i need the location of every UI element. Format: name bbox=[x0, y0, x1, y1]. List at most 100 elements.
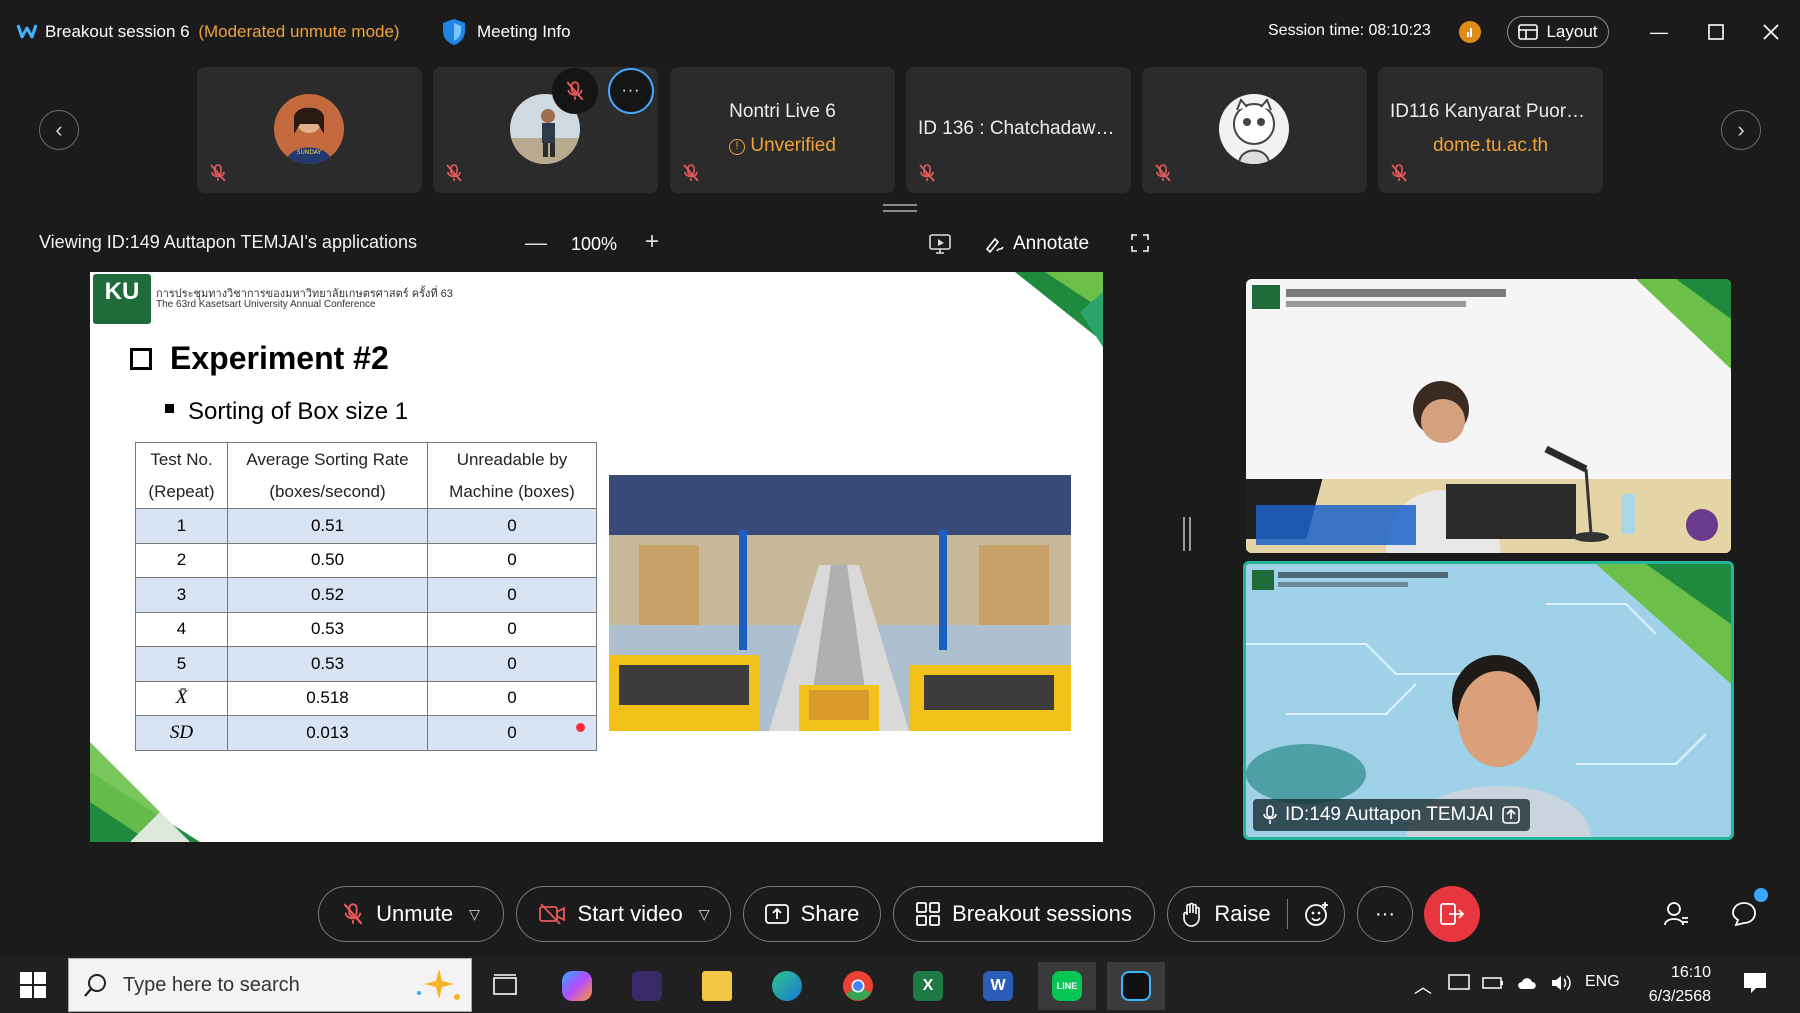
chat-icon bbox=[1732, 902, 1756, 927]
muted-mic-icon bbox=[683, 164, 699, 182]
share-label: Share bbox=[800, 901, 860, 926]
minimize-icon[interactable]: — bbox=[1645, 20, 1673, 44]
participant-tile[interactable]: Nontri Live 6 ! Unverified bbox=[670, 67, 895, 193]
strip-resize-handle[interactable] bbox=[883, 204, 917, 212]
breakout-icon bbox=[916, 902, 941, 926]
participant-more-button[interactable]: ··· bbox=[608, 68, 654, 114]
speaker-name-label: ID:149 Auttapon TEMJAI bbox=[1253, 799, 1530, 831]
participant-tile[interactable]: ID 136 : Chatchadawa... bbox=[906, 67, 1131, 193]
warehouse-photo bbox=[609, 475, 1071, 731]
raise-hand-button[interactable]: Raise bbox=[1167, 886, 1345, 942]
strip-prev-button[interactable]: ‹ bbox=[39, 110, 79, 150]
fullscreen-icon[interactable] bbox=[1131, 234, 1149, 252]
remote-control-icon[interactable] bbox=[929, 234, 951, 254]
show-hidden-icons-chevron-up-icon[interactable]: ︿ bbox=[1414, 973, 1432, 999]
participants-panel-button[interactable] bbox=[1648, 886, 1704, 942]
strip-next-button[interactable]: › bbox=[1721, 110, 1761, 150]
unmute-button[interactable]: Unmute ▽ bbox=[318, 886, 504, 942]
room-camera-video[interactable] bbox=[1246, 279, 1731, 553]
avatar: SUNDAY bbox=[274, 94, 344, 164]
tray-monitor-icon[interactable] bbox=[1448, 973, 1470, 993]
session-mode: (Moderated unmute mode) bbox=[198, 22, 400, 41]
more-options-button[interactable]: ··· bbox=[1357, 886, 1413, 942]
line-app-icon[interactable]: LINE bbox=[1038, 962, 1096, 1010]
close-icon[interactable] bbox=[1757, 20, 1785, 44]
speaker-name: ID:149 Auttapon TEMJAI bbox=[1285, 804, 1494, 825]
table-cell: 5 bbox=[135, 646, 228, 682]
clock-date: 6/3/2568 bbox=[1648, 988, 1711, 1005]
chrome-browser-icon[interactable] bbox=[829, 962, 887, 1010]
svg-text:SUNDAY: SUNDAY bbox=[297, 149, 322, 156]
excel-icon[interactable]: X bbox=[899, 962, 957, 1010]
chat-panel-button[interactable] bbox=[1716, 886, 1772, 942]
participant-tile[interactable]: ID116 Kanyarat Puora... dome.tu.ac.th bbox=[1378, 67, 1603, 193]
table-cell: 0.51 bbox=[227, 508, 428, 544]
participant-tile[interactable]: SUNDAY bbox=[197, 67, 422, 193]
start-video-label: Start video bbox=[577, 901, 683, 926]
edge-browser-icon[interactable] bbox=[758, 962, 816, 1010]
raise-label: Raise bbox=[1214, 901, 1271, 926]
table-header: Average Sorting Rate (boxes/second) bbox=[227, 442, 428, 509]
shield-icon bbox=[443, 19, 465, 45]
table-row: 4 0.53 0 bbox=[135, 611, 597, 647]
window-title: Breakout session 6 (Moderated unmute mod… bbox=[45, 22, 400, 42]
network-status-icon[interactable] bbox=[1459, 21, 1481, 43]
webex-app-icon[interactable] bbox=[1107, 962, 1165, 1010]
chevron-down-icon[interactable]: ▽ bbox=[699, 906, 710, 923]
laser-pointer bbox=[576, 723, 585, 732]
file-explorer-icon[interactable] bbox=[688, 962, 746, 1010]
speaker-camera-image bbox=[1246, 564, 1731, 837]
maximize-icon[interactable] bbox=[1702, 20, 1730, 44]
pane-resize-handle[interactable] bbox=[1183, 517, 1191, 551]
speaker-video[interactable]: ID:149 Auttapon TEMJAI bbox=[1243, 561, 1734, 840]
taskbar-clock[interactable]: 16:10 6/3/2568 bbox=[1641, 961, 1711, 1009]
participant-name: Nontri Live 6 bbox=[729, 101, 836, 122]
hand-icon bbox=[1183, 902, 1201, 927]
battery-icon[interactable] bbox=[1482, 973, 1504, 993]
layout-label: Layout bbox=[1546, 22, 1598, 41]
mute-participant-button[interactable] bbox=[552, 68, 598, 114]
word-icon[interactable]: W bbox=[969, 962, 1027, 1010]
participant-tile[interactable]: ··· bbox=[433, 67, 658, 193]
media-app-icon[interactable] bbox=[618, 962, 676, 1010]
table-cell: 0 bbox=[427, 715, 597, 751]
muted-mic-icon bbox=[1155, 164, 1171, 182]
taskbar-search-box[interactable]: Type here to search bbox=[68, 958, 472, 1012]
reactions-icon[interactable] bbox=[1304, 901, 1330, 927]
muted-mic-icon bbox=[1391, 164, 1407, 182]
table-header: Unreadable by Machine (boxes) bbox=[427, 442, 597, 509]
table-cell: X̄ bbox=[135, 680, 228, 716]
windows-taskbar: Type here to search X W LINE ︿ ENG 16:10… bbox=[0, 956, 1800, 1013]
zoom-in-button[interactable]: + bbox=[645, 228, 659, 256]
zoom-out-button[interactable]: — bbox=[525, 230, 547, 256]
pen-icon bbox=[985, 237, 1004, 253]
input-language[interactable]: ENG bbox=[1585, 973, 1620, 991]
table-cell: 0 bbox=[427, 577, 597, 613]
muted-mic-icon bbox=[919, 164, 935, 182]
breakout-sessions-button[interactable]: Breakout sessions bbox=[893, 886, 1155, 942]
table-row: 2 0.50 0 bbox=[135, 542, 597, 578]
annotate-button[interactable]: Annotate bbox=[985, 233, 1089, 255]
copilot-icon[interactable] bbox=[548, 962, 606, 1010]
task-view-icon[interactable] bbox=[476, 962, 534, 1010]
participant-tile[interactable] bbox=[1142, 67, 1367, 193]
share-screen-icon bbox=[764, 904, 789, 924]
windows-start-icon[interactable] bbox=[20, 972, 46, 998]
leave-session-button[interactable] bbox=[1424, 886, 1480, 942]
meeting-info-button[interactable]: Meeting Info bbox=[441, 18, 571, 46]
table-row: X̄ 0.518 0 bbox=[135, 680, 597, 716]
start-video-button[interactable]: Start video ▽ bbox=[516, 886, 731, 942]
onedrive-cloud-icon[interactable] bbox=[1516, 973, 1540, 993]
table-cell: 0.518 bbox=[227, 680, 428, 716]
share-button[interactable]: Share bbox=[743, 886, 881, 942]
chevron-down-icon[interactable]: ▽ bbox=[469, 906, 480, 923]
notification-center-icon[interactable] bbox=[1742, 970, 1768, 996]
participant-name: ID116 Kanyarat Puora... bbox=[1390, 101, 1593, 122]
search-placeholder: Type here to search bbox=[123, 973, 300, 996]
layout-button[interactable]: Layout bbox=[1507, 16, 1609, 48]
slide-subtitle: Sorting of Box size 1 bbox=[165, 398, 408, 426]
more-icon: ··· bbox=[621, 82, 641, 99]
table-cell: 0.53 bbox=[227, 646, 428, 682]
shared-slide: KU การประชุมทางวิชาการของมหาวิทยาลัยเกษต… bbox=[90, 272, 1103, 842]
volume-icon[interactable] bbox=[1550, 973, 1572, 993]
